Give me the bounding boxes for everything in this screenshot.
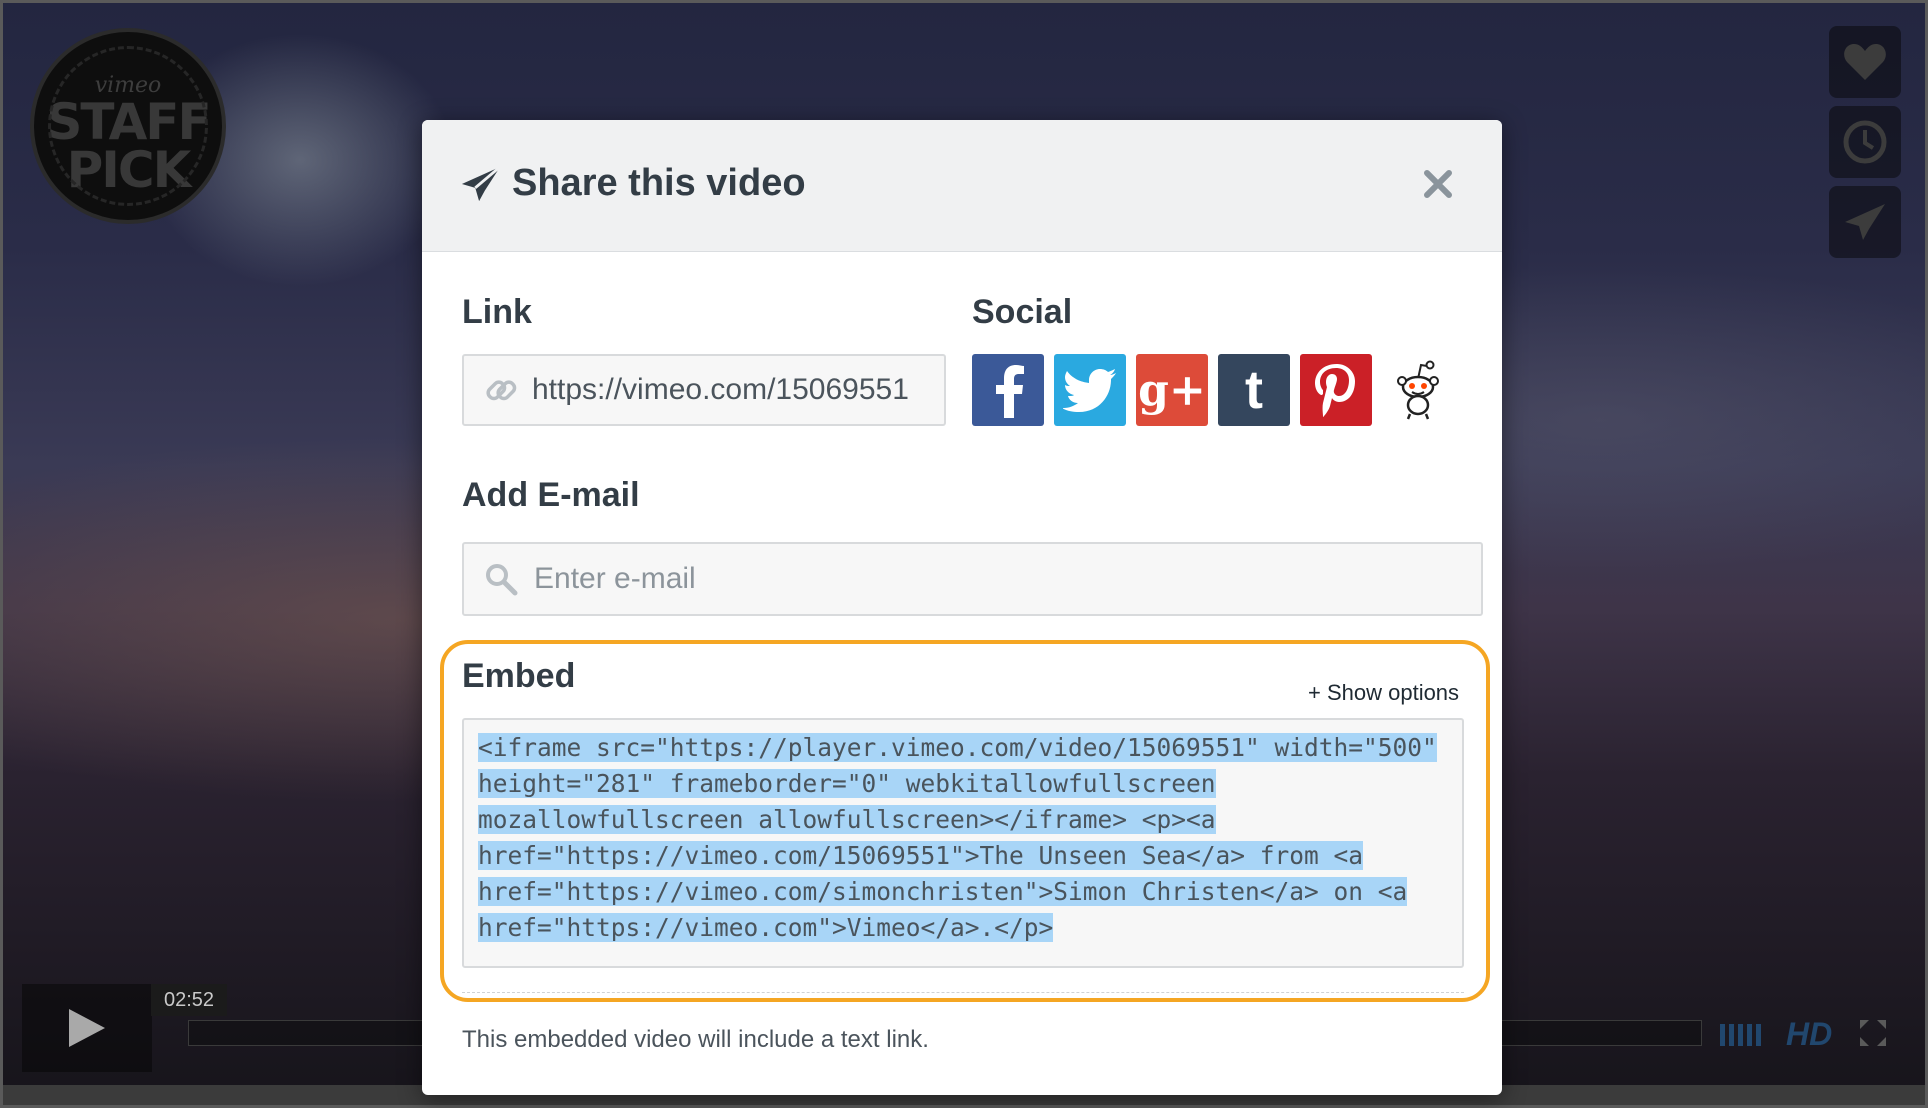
clock-icon	[1843, 120, 1887, 164]
social-label: Social	[972, 293, 1073, 331]
link-icon	[486, 380, 517, 401]
embed-code-line: href="https://vimeo.com">Vimeo</a>.</p>	[478, 910, 1448, 946]
embed-code-line: href="https://vimeo.com/15069551">The Un…	[478, 838, 1448, 874]
volume-control[interactable]	[1720, 1020, 1772, 1046]
tumblr-button[interactable]: t	[1218, 354, 1290, 426]
time-display: 02:52	[151, 984, 227, 1016]
googleplus-button[interactable]: g+	[1136, 354, 1208, 426]
embed-code-line: height="281" frameborder="0" webkitallow…	[478, 766, 1448, 802]
fullscreen-icon[interactable]	[1858, 1018, 1888, 1048]
pinterest-button[interactable]	[1300, 354, 1372, 426]
search-icon	[486, 564, 518, 596]
heart-icon	[1844, 44, 1886, 80]
embed-code-text: mozallowfullscreen allowfullscreen></ifr…	[478, 805, 1216, 834]
volume-bar	[1747, 1024, 1752, 1046]
tumblr-icon: t	[1245, 360, 1263, 420]
link-value: https://vimeo.com/15069551	[532, 373, 909, 406]
embed-code-text: href="https://vimeo.com/simonchristen">S…	[478, 877, 1408, 906]
volume-bar	[1729, 1024, 1734, 1046]
modal-header: Share this video	[422, 120, 1502, 252]
reddit-icon	[1397, 360, 1439, 420]
embed-code-text: href="https://vimeo.com">Vimeo</a>.</p>	[478, 913, 1054, 942]
link-label: Link	[462, 293, 532, 331]
staff-pick-badge: vimeo STAFF PICK	[30, 28, 226, 224]
embed-code-text: <iframe src="https://player.vimeo.com/vi…	[478, 733, 1437, 762]
embed-code-line: href="https://vimeo.com/simonchristen">S…	[478, 874, 1448, 910]
show-options-link[interactable]: + Show options	[1308, 680, 1459, 706]
twitter-icon	[1063, 369, 1116, 412]
play-icon	[69, 1009, 105, 1047]
badge-ring	[48, 46, 208, 206]
send-icon	[1845, 204, 1885, 240]
pinterest-icon	[1315, 364, 1355, 417]
link-field[interactable]: https://vimeo.com/15069551	[462, 354, 946, 426]
play-button[interactable]	[22, 984, 152, 1072]
send-icon	[461, 165, 502, 202]
embed-code-line: mozallowfullscreen allowfullscreen></ifr…	[478, 802, 1448, 838]
volume-bar	[1720, 1024, 1725, 1046]
embed-code-text: height="281" frameborder="0" webkitallow…	[478, 769, 1216, 798]
modal-title: Share this video	[512, 162, 806, 204]
email-input[interactable]	[532, 561, 1436, 597]
email-label: Add E-mail	[462, 476, 640, 514]
social-buttons: g+ t	[972, 354, 1454, 426]
embed-code-text: href="https://vimeo.com/15069551">The Un…	[478, 841, 1364, 870]
divider	[462, 992, 1464, 993]
twitter-button[interactable]	[1054, 354, 1126, 426]
googleplus-icon: g+	[1138, 364, 1206, 416]
hd-toggle[interactable]: HD	[1786, 1016, 1832, 1053]
close-icon[interactable]	[1422, 168, 1454, 200]
embed-code-line: <iframe src="https://player.vimeo.com/vi…	[478, 730, 1448, 766]
facebook-button[interactable]	[972, 354, 1044, 426]
volume-bar	[1756, 1024, 1761, 1046]
facebook-icon	[996, 365, 1024, 418]
embed-code-textarea[interactable]: <iframe src="https://player.vimeo.com/vi…	[462, 718, 1464, 968]
reddit-button[interactable]	[1382, 354, 1454, 426]
volume-bar	[1738, 1024, 1743, 1046]
email-field[interactable]	[462, 542, 1483, 616]
watch-later-button[interactable]	[1829, 106, 1901, 178]
embed-label: Embed	[462, 657, 576, 695]
share-button[interactable]	[1829, 186, 1901, 258]
embed-note: This embedded video will include a text …	[462, 1026, 929, 1053]
like-button[interactable]	[1829, 26, 1901, 98]
share-modal: Share this video Link https://vimeo.com/…	[422, 120, 1502, 1095]
